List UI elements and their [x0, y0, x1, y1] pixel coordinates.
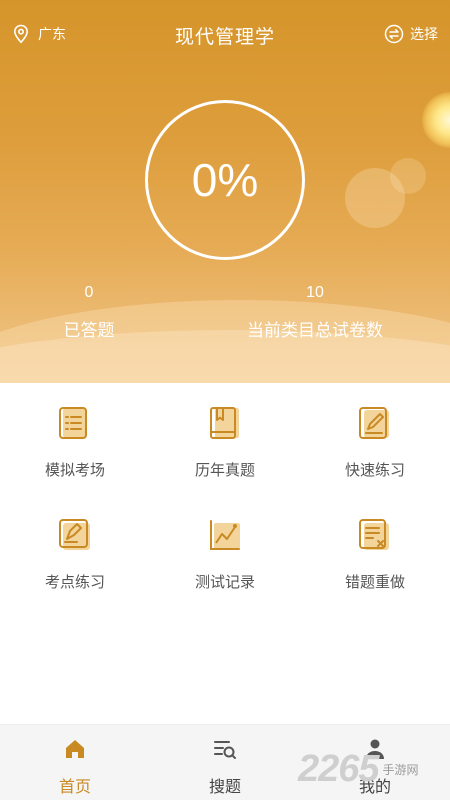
page-title: 现代管理学	[174, 26, 275, 48]
edit-pencil-icon	[359, 407, 389, 439]
wrong-doc-icon	[359, 519, 389, 550]
hero-banner: 广东 现代管理学 选择 0% 0 已答题 10 当前类目总试卷数	[0, 0, 450, 383]
feature-redo-mistakes[interactable]: 错题重做	[300, 495, 450, 605]
feature-label: 历年真题	[194, 461, 255, 479]
answered-stat: 0 已答题	[30, 284, 148, 341]
chart-line-icon	[210, 520, 240, 550]
home-icon	[66, 740, 84, 758]
select-label: 选择	[410, 27, 438, 43]
total-papers-count: 10	[306, 284, 324, 301]
top-bar: 广东 现代管理学 选择	[0, 16, 450, 56]
tab-search[interactable]: 搜题	[150, 725, 300, 800]
feature-label: 考点练习	[44, 573, 105, 591]
feature-label: 快速练习	[344, 461, 405, 479]
total-papers-label: 当前类目总试卷数	[247, 321, 383, 341]
answered-count: 0	[84, 284, 94, 301]
feature-label: 测试记录	[194, 573, 255, 591]
exam-list-icon	[59, 407, 87, 439]
search-list-icon	[214, 741, 236, 759]
tab-label: 搜题	[208, 777, 241, 796]
book-icon	[210, 407, 239, 439]
tab-home[interactable]: 首页	[0, 725, 150, 800]
site-watermark: 2265 手游网	[298, 748, 419, 790]
feature-label: 错题重做	[344, 573, 405, 591]
answered-label: 已答题	[63, 321, 115, 341]
total-papers-stat: 10 当前类目总试卷数	[230, 284, 400, 341]
feature-quick-practice[interactable]: 快速练习	[300, 383, 450, 493]
bokeh-light	[390, 158, 426, 194]
progress-ring: 0%	[145, 100, 305, 260]
note-pencil-icon	[59, 519, 90, 550]
feature-topic-practice[interactable]: 考点练习	[0, 495, 150, 605]
feature-label: 模拟考场	[44, 461, 105, 479]
select-button[interactable]: 选择	[384, 24, 438, 44]
sun-glow	[422, 92, 450, 148]
feature-mock-exam[interactable]: 模拟考场	[0, 383, 150, 493]
switch-icon	[384, 24, 404, 44]
feature-test-records[interactable]: 测试记录	[150, 495, 300, 605]
feature-past-papers[interactable]: 历年真题	[150, 383, 300, 493]
tab-label: 首页	[58, 777, 91, 796]
watermark-site: 手游网	[382, 762, 419, 777]
progress-percent: 0%	[191, 154, 259, 206]
watermark-brand: 2265	[298, 747, 380, 790]
